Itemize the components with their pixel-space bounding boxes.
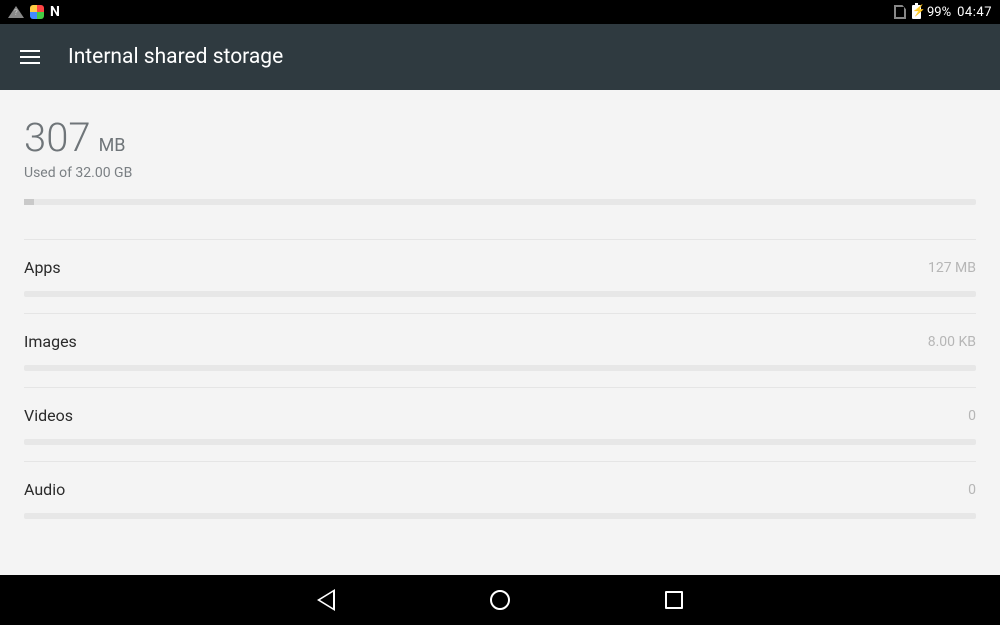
category-label: Audio bbox=[24, 480, 65, 499]
category-label: Images bbox=[24, 332, 77, 351]
app-bar: Internal shared storage bbox=[0, 24, 1000, 90]
category-usage-bar bbox=[24, 513, 976, 519]
home-icon bbox=[490, 590, 510, 610]
used-subtitle: Used of 32.00 GB bbox=[24, 165, 976, 181]
menu-icon[interactable] bbox=[20, 50, 40, 64]
used-amount: 307 bbox=[24, 114, 91, 161]
storage-summary: 307 MB Used of 32.00 GB bbox=[24, 114, 976, 219]
category-size: 0 bbox=[968, 408, 976, 424]
category-list: Apps 127 MB Images 8.00 KB Videos 0 bbox=[24, 239, 976, 535]
category-apps[interactable]: Apps 127 MB bbox=[24, 239, 976, 313]
status-clock: 04:47 bbox=[957, 5, 992, 20]
nav-home-button[interactable] bbox=[488, 588, 512, 612]
category-images[interactable]: Images 8.00 KB bbox=[24, 313, 976, 387]
category-usage-bar bbox=[24, 439, 976, 445]
battery-charging-icon bbox=[912, 5, 921, 19]
storage-content: 307 MB Used of 32.00 GB Apps 127 MB Imag… bbox=[0, 90, 1000, 575]
nav-recent-button[interactable] bbox=[662, 588, 686, 612]
used-unit: MB bbox=[99, 135, 126, 156]
battery-percent: 99% bbox=[927, 5, 951, 20]
category-size: 8.00 KB bbox=[928, 334, 976, 350]
category-usage-bar bbox=[24, 365, 976, 371]
wifi-unknown-icon bbox=[8, 6, 24, 18]
back-icon bbox=[317, 589, 335, 611]
category-size: 127 MB bbox=[928, 260, 976, 276]
category-usage-bar bbox=[24, 291, 976, 297]
notification-app-icon bbox=[30, 5, 44, 19]
recent-icon bbox=[665, 591, 683, 609]
category-audio[interactable]: Audio 0 bbox=[24, 461, 976, 535]
total-usage-bar bbox=[24, 199, 976, 205]
no-sim-icon bbox=[894, 5, 906, 19]
status-bar: N 99% 04:47 bbox=[0, 0, 1000, 24]
category-label: Videos bbox=[24, 406, 73, 425]
navigation-bar bbox=[0, 575, 1000, 625]
nav-back-button[interactable] bbox=[314, 588, 338, 612]
category-size: 0 bbox=[968, 482, 976, 498]
page-title: Internal shared storage bbox=[68, 45, 283, 69]
category-label: Apps bbox=[24, 258, 61, 277]
notification-n-icon: N bbox=[50, 4, 60, 20]
category-videos[interactable]: Videos 0 bbox=[24, 387, 976, 461]
